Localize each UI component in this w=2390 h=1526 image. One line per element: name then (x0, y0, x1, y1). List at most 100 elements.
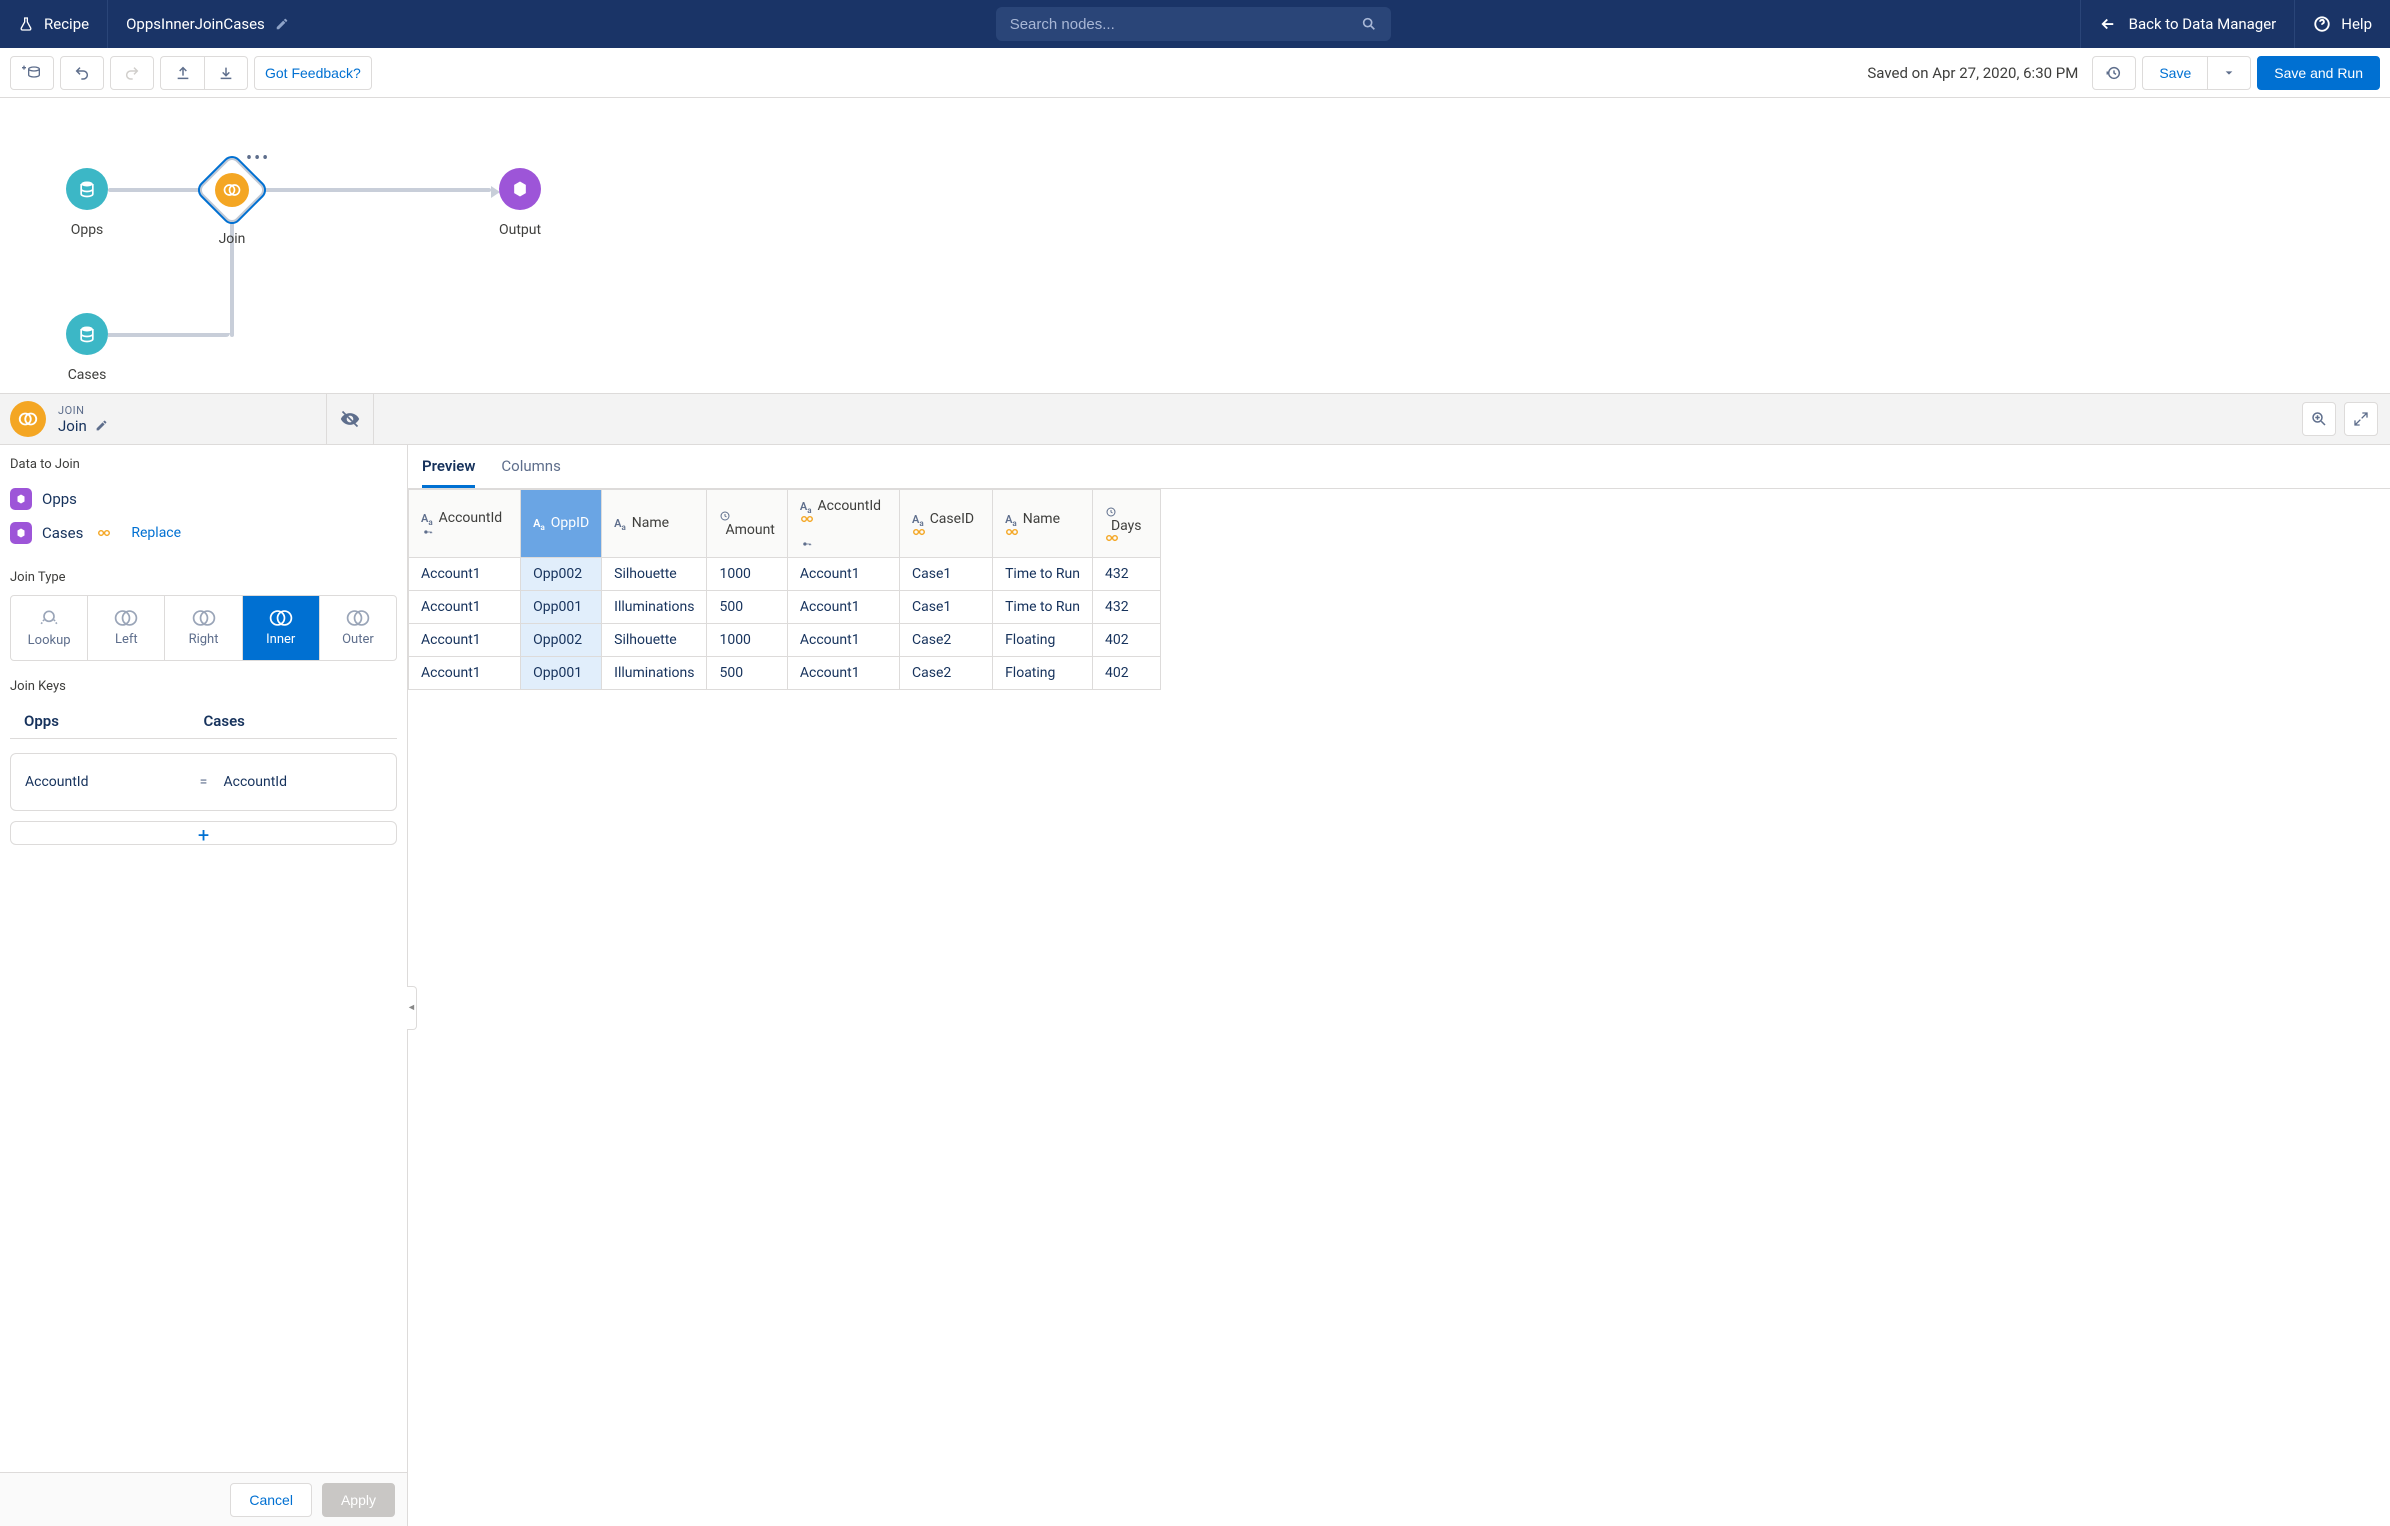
table-cell[interactable]: Account1 (409, 591, 521, 624)
table-cell[interactable]: 500 (707, 657, 787, 690)
help-link[interactable]: Help (2313, 15, 2372, 33)
datasource-opps[interactable]: Opps (10, 482, 397, 516)
table-cell[interactable]: Account1 (787, 624, 899, 657)
table-row[interactable]: Account1Opp001Illuminations500Account1Ca… (409, 657, 1161, 690)
table-cell[interactable]: Account1 (409, 657, 521, 690)
table-cell[interactable]: Account1 (787, 591, 899, 624)
table-cell[interactable]: Opp002 (521, 558, 602, 591)
table-cell[interactable]: 432 (1092, 558, 1160, 591)
download-button[interactable] (204, 56, 248, 90)
tab-preview[interactable]: Preview (422, 457, 475, 488)
expand-button[interactable] (2344, 402, 2378, 436)
table-cell[interactable]: 402 (1092, 657, 1160, 690)
join-key-row[interactable]: AccountId = AccountId (10, 753, 397, 811)
column-header[interactable]: AaName (602, 490, 707, 558)
table-cell[interactable]: Opp001 (521, 657, 602, 690)
table-cell[interactable]: Illuminations (602, 657, 707, 690)
upload-button[interactable] (160, 56, 204, 90)
node-label: Output (499, 222, 541, 238)
node-join[interactable]: Join (207, 165, 257, 247)
recipe-title-section: OppsInnerJoinCases (108, 0, 307, 48)
table-cell[interactable]: Case1 (900, 591, 993, 624)
canvas[interactable]: Opps Cases Join ••• Output (0, 98, 2390, 393)
table-cell[interactable]: Account1 (409, 624, 521, 657)
tab-columns[interactable]: Columns (501, 457, 560, 488)
table-cell[interactable]: Time to Run (993, 591, 1093, 624)
join-type-left[interactable]: Left (88, 596, 165, 660)
table-cell[interactable]: Case2 (900, 624, 993, 657)
back-to-data-manager[interactable]: Back to Data Manager (2099, 15, 2277, 33)
table-cell[interactable]: Case2 (900, 657, 993, 690)
table-row[interactable]: Account1Opp001Illuminations500Account1Ca… (409, 591, 1161, 624)
table-row[interactable]: Account1Opp002Silhouette1000Account1Case… (409, 624, 1161, 657)
table-cell[interactable]: Time to Run (993, 558, 1093, 591)
search-box[interactable] (996, 7, 1391, 41)
zoom-button[interactable] (2302, 402, 2336, 436)
recipe-label: Recipe (44, 15, 89, 33)
column-label: Name (1023, 511, 1060, 527)
column-header[interactable]: Amount (707, 490, 787, 558)
node-cases[interactable]: Cases (66, 313, 108, 383)
apply-button[interactable]: Apply (322, 1483, 395, 1517)
save-and-run-button[interactable]: Save and Run (2257, 56, 2380, 90)
flask-icon (18, 16, 34, 32)
column-header[interactable]: AaAccountId (787, 490, 899, 558)
pencil-icon[interactable] (95, 419, 108, 432)
column-label: AccountId (818, 498, 882, 514)
replace-link[interactable]: Replace (131, 525, 181, 541)
toolbar: Got Feedback? Saved on Apr 27, 2020, 6:3… (0, 48, 2390, 98)
column-header[interactable]: Days (1092, 490, 1160, 558)
table-cell[interactable]: 402 (1092, 624, 1160, 657)
table-cell[interactable]: Account1 (787, 558, 899, 591)
table-cell[interactable]: Illuminations (602, 591, 707, 624)
table-cell[interactable]: 500 (707, 591, 787, 624)
undo-button[interactable] (60, 56, 104, 90)
table-cell[interactable]: Floating (993, 657, 1093, 690)
column-header[interactable]: AaCaseID (900, 490, 993, 558)
column-header[interactable]: AaName (993, 490, 1093, 558)
add-node-button[interactable] (10, 56, 54, 90)
join-type-lookup[interactable]: Lookup (11, 596, 88, 660)
node-opps[interactable]: Opps (66, 168, 108, 238)
data-to-join-label: Data to Join (10, 457, 397, 472)
jt-label: Left (115, 632, 138, 647)
datasource-cases[interactable]: Cases Replace (10, 516, 397, 550)
column-header[interactable]: AaAccountId (409, 490, 521, 558)
cancel-button[interactable]: Cancel (230, 1483, 312, 1517)
more-icon[interactable]: ••• (246, 148, 270, 169)
table-cell[interactable]: Case1 (900, 558, 993, 591)
table-row[interactable]: Account1Opp002Silhouette1000Account1Case… (409, 558, 1161, 591)
column-header[interactable]: AaOppID (521, 490, 602, 558)
save-button[interactable]: Save (2142, 56, 2207, 90)
table-cell[interactable]: 1000 (707, 558, 787, 591)
join-icon (215, 173, 249, 207)
feedback-button[interactable]: Got Feedback? (254, 56, 372, 90)
jk-source-b: Cases (204, 712, 384, 730)
table-cell[interactable]: Floating (993, 624, 1093, 657)
table-cell[interactable]: 432 (1092, 591, 1160, 624)
redo-button[interactable] (110, 56, 154, 90)
table-cell[interactable]: Silhouette (602, 624, 707, 657)
type-icon: Aa (614, 517, 626, 530)
node-output[interactable]: Output (499, 168, 541, 238)
join-type-right[interactable]: Right (165, 596, 242, 660)
table-cell[interactable]: 1000 (707, 624, 787, 657)
save-dropdown[interactable] (2207, 56, 2251, 90)
table-cell[interactable]: Account1 (409, 558, 521, 591)
table-cell[interactable]: Account1 (787, 657, 899, 690)
link-icon (1105, 534, 1148, 542)
preview-table[interactable]: AaAccountIdAaOppIDAaNameAmountAaAccountI… (408, 489, 1161, 690)
join-type-outer[interactable]: Outer (320, 596, 396, 660)
search-input[interactable] (1010, 16, 1361, 33)
join-type-inner[interactable]: Inner (243, 596, 320, 660)
pencil-icon[interactable] (275, 17, 289, 31)
tab-row: Preview Columns (408, 445, 2390, 489)
collapse-handle[interactable]: ◄ (407, 986, 417, 1030)
link-icon (1005, 528, 1080, 536)
visibility-toggle[interactable] (326, 394, 374, 444)
history-button[interactable] (2092, 56, 2136, 90)
table-cell[interactable]: Opp002 (521, 624, 602, 657)
table-cell[interactable]: Opp001 (521, 591, 602, 624)
table-cell[interactable]: Silhouette (602, 558, 707, 591)
add-key-button[interactable]: + (10, 821, 397, 845)
